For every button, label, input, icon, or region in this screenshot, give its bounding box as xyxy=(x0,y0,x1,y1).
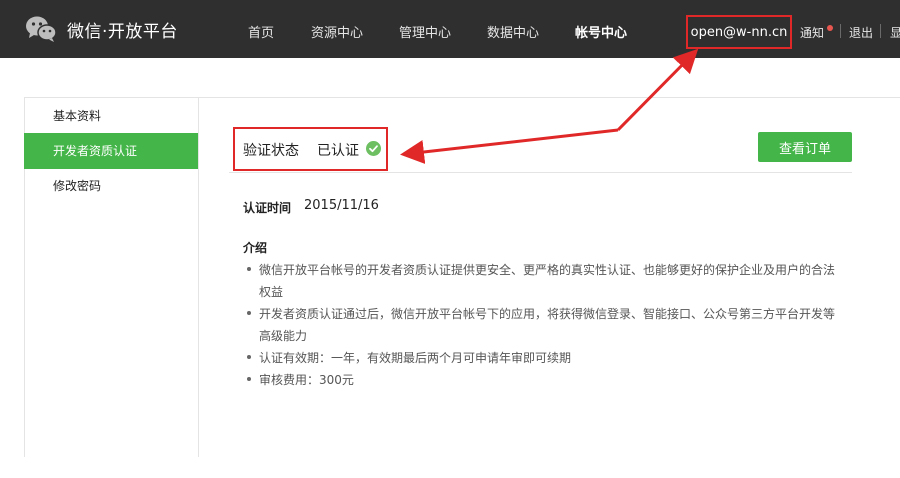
sidebar-item-basic-info[interactable]: 基本资料 xyxy=(24,98,198,134)
divider xyxy=(229,172,852,173)
bullet-icon xyxy=(247,355,251,359)
check-circle-icon xyxy=(366,141,381,156)
intro-heading: 介绍 xyxy=(243,241,268,255)
sidebar-item-change-password[interactable]: 修改密码 xyxy=(24,168,198,204)
verification-status-value: 已认证 xyxy=(317,143,359,159)
certification-time-label: 认证时间 xyxy=(243,201,292,215)
top-navbar: 微信·开放平台 首页 资源中心 管理中心 数据中心 帐号中心 open@w-nn… xyxy=(0,0,900,58)
wechat-logo-icon xyxy=(26,16,57,42)
nav-resources[interactable]: 资源中心 xyxy=(311,22,363,41)
bullet-icon xyxy=(247,267,251,271)
account-email[interactable]: open@w-nn.cn xyxy=(686,15,792,49)
intro-line: 微信开放平台帐号的开发者资质认证提供更安全、更严格的真实性认证、也能够更好的保护… xyxy=(259,263,836,277)
intro-line: 权益 xyxy=(259,285,284,299)
intro-line: 审核费用：300元 xyxy=(259,373,354,387)
notification-dot-icon xyxy=(827,25,833,31)
intro-line: 开发者资质认证通过后，微信开放平台帐号下的应用，将获得微信登录、智能接口、公众号… xyxy=(259,307,836,321)
bullet-icon xyxy=(247,377,251,381)
sidebar-item-developer-certification[interactable]: 开发者资质认证 xyxy=(24,133,198,169)
nav-account[interactable]: 帐号中心 xyxy=(575,22,627,41)
certification-time-value: 2015/11/16 xyxy=(304,198,379,213)
nav-home[interactable]: 首页 xyxy=(248,22,274,41)
header-extra-text[interactable]: 显 xyxy=(890,24,900,41)
brand-logo[interactable]: 微信·开放平台 xyxy=(25,14,178,44)
brand-name: 微信·开放平台 xyxy=(67,21,178,42)
nav-management[interactable]: 管理中心 xyxy=(399,22,451,41)
notifications-link[interactable]: 通知 xyxy=(800,24,824,41)
sidebar: 基本资料 开发者资质认证 修改密码 xyxy=(24,97,199,457)
divider xyxy=(840,24,841,38)
verification-status-label: 验证状态 xyxy=(243,143,299,159)
logout-link[interactable]: 退出 xyxy=(849,24,873,41)
intro-line: 高级能力 xyxy=(259,329,308,343)
intro-line: 认证有效期：一年，有效期最后两个月可申请年审即可续期 xyxy=(259,351,572,365)
nav-data[interactable]: 数据中心 xyxy=(487,22,539,41)
divider xyxy=(880,24,881,38)
bullet-icon xyxy=(247,311,251,315)
view-orders-button[interactable]: 查看订单 xyxy=(758,132,852,162)
